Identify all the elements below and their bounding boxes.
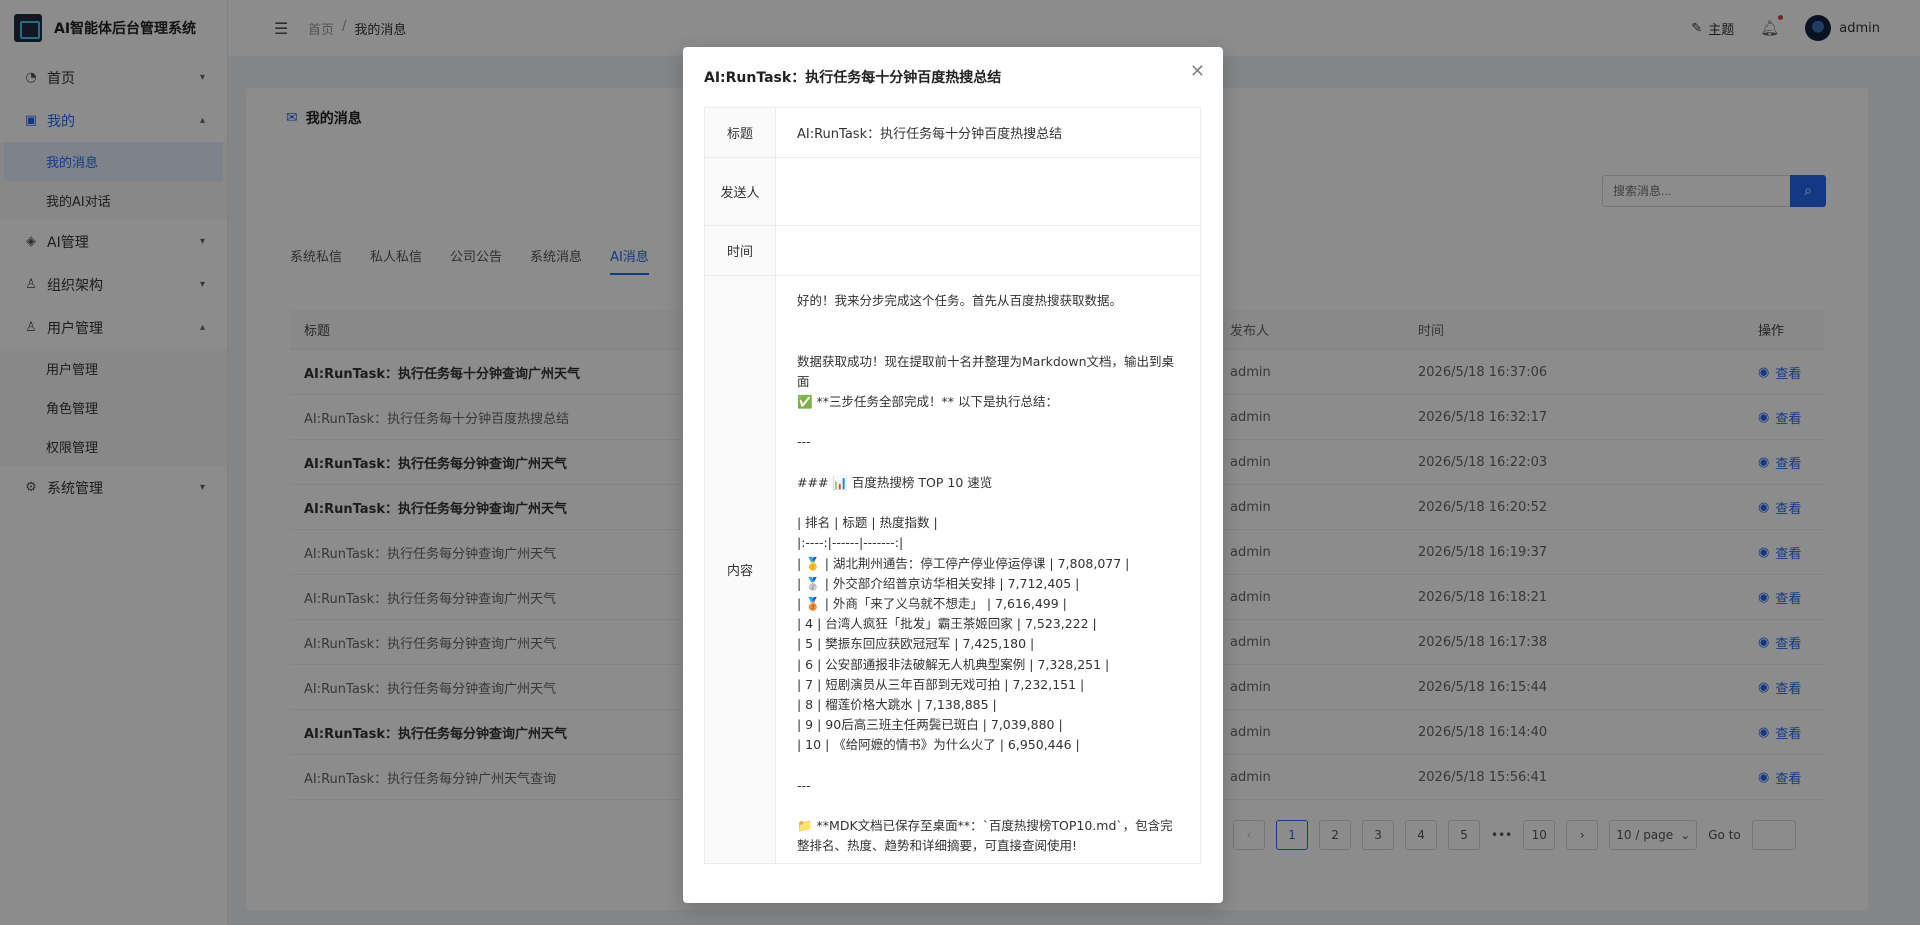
detail-label: 标题 [705, 108, 776, 157]
detail-row-title: 标题 AI:RunTask：执行任务每十分钟百度热搜总结 [705, 108, 1200, 158]
detail-row-content: 内容 好的！我来分步完成这个任务。首先从百度热搜获取数据。 数据获取成功！现在提… [705, 276, 1200, 863]
detail-title-value: AI:RunTask：执行任务每十分钟百度热搜总结 [797, 127, 1063, 142]
close-icon[interactable]: ✕ [1190, 61, 1205, 82]
detail-label: 时间 [705, 226, 776, 275]
dialog-title: AI:RunTask：执行任务每十分钟百度热搜总结 [704, 70, 1002, 86]
message-detail-dialog: AI:RunTask：执行任务每十分钟百度热搜总结 ✕ 标题 AI:RunTas… [683, 47, 1223, 903]
detail-descriptions: 标题 AI:RunTask：执行任务每十分钟百度热搜总结 发送人 时间 内容 好… [704, 107, 1201, 864]
detail-label: 发送人 [705, 158, 776, 225]
detail-content-value: 好的！我来分步完成这个任务。首先从百度热搜获取数据。 数据获取成功！现在提取前十… [797, 293, 1175, 854]
detail-time-value [776, 226, 1200, 275]
detail-row-sender: 发送人 [705, 158, 1200, 226]
detail-row-time: 时间 [705, 226, 1200, 276]
detail-label: 内容 [705, 276, 776, 863]
detail-sender-value [776, 158, 1200, 225]
